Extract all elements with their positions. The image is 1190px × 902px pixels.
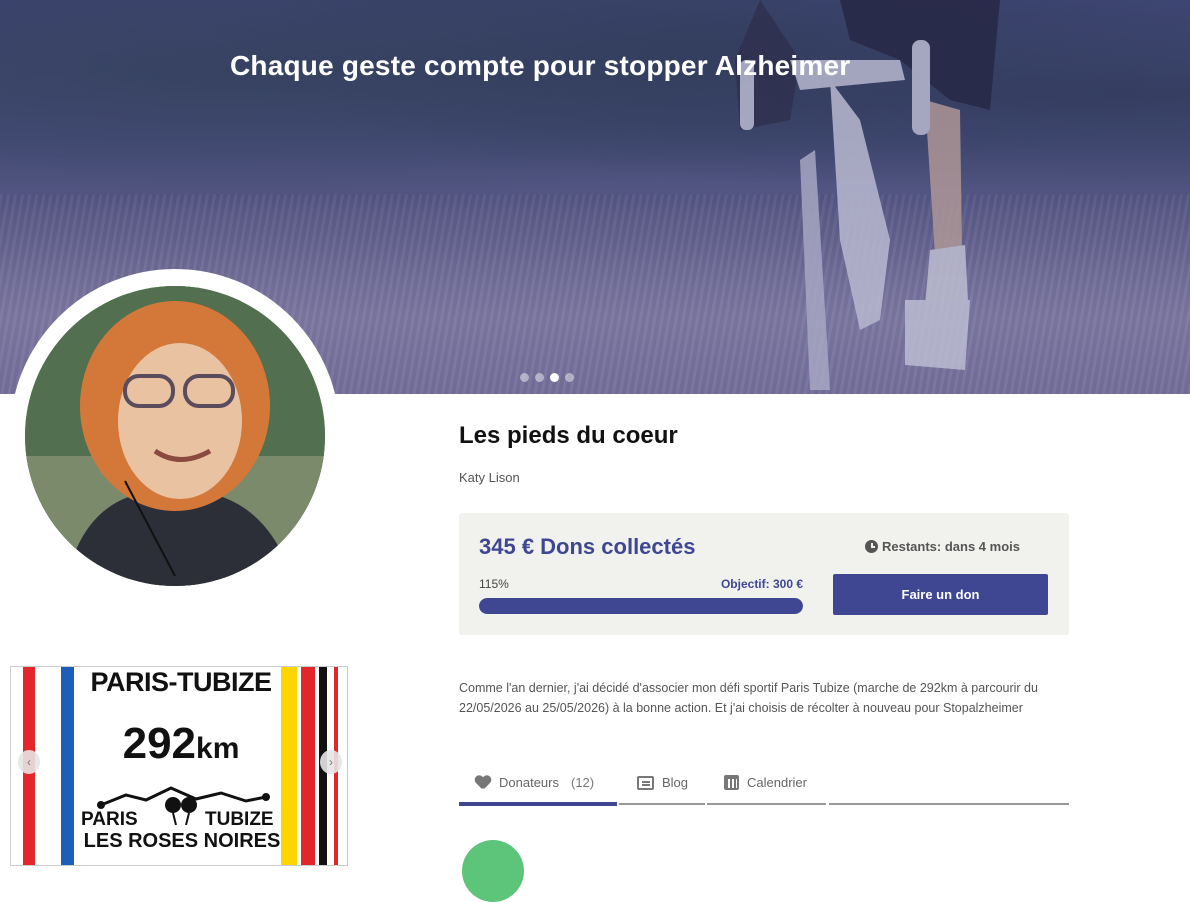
tab-bar-underline: [829, 803, 1069, 805]
poster-image: PARIS-TUBIZE 292km PARIS TUBIZE LES ROSE…: [10, 666, 348, 866]
carousel-dots: [520, 373, 574, 382]
hero-title: Chaque geste compte pour stopper Alzheim…: [230, 50, 851, 81]
tab-blog-underline: [619, 803, 705, 805]
campaign-author[interactable]: Katy Lison: [459, 470, 520, 485]
poster-left-city: PARIS: [81, 809, 138, 830]
poster-distance: 292km: [81, 719, 281, 769]
tab-donateurs[interactable]: Donateurs (12): [475, 760, 594, 805]
donor-avatar: [462, 840, 524, 902]
tab-blog-label: Blog: [662, 775, 689, 790]
chevron-left-icon: ‹: [27, 755, 31, 769]
progress-bar: [479, 598, 803, 614]
donation-card: 345 € Dons collectés Restants: dans 4 mo…: [459, 513, 1069, 635]
poster-right-city: TUBIZE: [205, 809, 274, 830]
tab-calendrier-label: Calendrier: [747, 775, 807, 790]
stripe-blue: [61, 667, 74, 865]
chevron-right-icon: ›: [329, 755, 333, 769]
campaign-description: Comme l'an dernier, j'ai décidé d'associ…: [459, 681, 1038, 715]
avatar: [25, 286, 325, 586]
calendar-icon: [724, 775, 739, 790]
tab-calendrier[interactable]: Calendrier: [724, 760, 807, 805]
stripe-white-left: [41, 667, 46, 865]
progress-percent: 115%: [479, 577, 509, 591]
tab-calendrier-underline: [707, 803, 826, 805]
poster-distance-unit: km: [196, 732, 240, 765]
poster-distance-value: 292: [122, 719, 197, 768]
organizer-photo: [25, 286, 325, 586]
poster-title: PARIS-TUBIZE: [90, 667, 273, 697]
tab-donateurs-underline: [459, 802, 617, 806]
newspaper-icon: [637, 775, 654, 790]
stripe-red-right: [301, 667, 315, 865]
roses-icon: [165, 797, 197, 825]
time-remaining-label: Restants: dans 4 mois: [882, 539, 1020, 554]
carousel-dot-4[interactable]: [565, 373, 574, 382]
progress-bar-fill: [479, 598, 803, 614]
poster-subtitle: LES ROSES NOIRES: [83, 830, 281, 852]
time-remaining: Restants: dans 4 mois: [865, 539, 1020, 554]
clock-icon: [865, 540, 878, 553]
carousel-dot-1[interactable]: [520, 373, 529, 382]
tab-blog[interactable]: Blog: [637, 760, 688, 805]
carousel-prev-button[interactable]: ‹: [18, 750, 40, 774]
amount-collected: 345 € Dons collectés: [479, 534, 696, 559]
tab-bar: Donateurs (12) Blog Calendrier: [459, 760, 1069, 806]
tab-donateurs-label: Donateurs: [499, 775, 559, 790]
donate-button[interactable]: Faire un don: [833, 574, 1048, 615]
heart-icon: [475, 776, 491, 790]
goal-amount: Objectif: 300 €: [720, 577, 803, 591]
campaign-title: Les pieds du coeur: [459, 422, 678, 449]
carousel-dot-3[interactable]: [550, 373, 559, 382]
tab-donateurs-count: (12): [570, 775, 595, 790]
carousel-dot-2[interactable]: [535, 373, 544, 382]
stripe-yellow: [281, 667, 297, 865]
carousel-next-button[interactable]: ›: [320, 750, 342, 774]
